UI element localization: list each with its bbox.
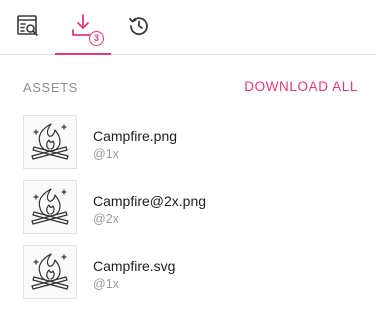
download-count-badge: 3 — [89, 31, 104, 46]
campfire-icon — [31, 253, 69, 290]
active-tab-indicator — [55, 53, 111, 55]
asset-item[interactable]: Campfire.svg @1x — [0, 245, 376, 310]
tab-assets[interactable]: 3 — [55, 0, 111, 55]
campfire-icon — [31, 123, 69, 160]
asset-name: Campfire@2x.png — [93, 193, 207, 209]
inspect-icon — [17, 15, 38, 36]
download-all-button[interactable]: DOWNLOAD ALL — [244, 79, 358, 94]
tab-history[interactable] — [120, 0, 156, 54]
asset-thumbnail — [23, 245, 77, 299]
assets-section-header: ASSETS DOWNLOAD ALL — [0, 78, 376, 98]
tab-bar: 3 — [0, 0, 376, 55]
asset-thumbnail — [23, 180, 77, 234]
asset-list: Campfire.png @1x Campfire@2x.png @2x Cam… — [0, 115, 376, 310]
asset-thumbnail — [23, 115, 77, 169]
asset-item[interactable]: Campfire.png @1x — [0, 115, 376, 180]
asset-item[interactable]: Campfire@2x.png @2x — [0, 180, 376, 245]
tab-inspect[interactable] — [10, 0, 46, 54]
section-title: ASSETS — [23, 80, 78, 95]
campfire-icon — [31, 188, 69, 225]
asset-name: Campfire.png — [93, 128, 178, 144]
asset-scale: @2x — [93, 212, 119, 226]
asset-scale: @1x — [93, 147, 119, 161]
history-icon — [129, 17, 148, 36]
asset-name: Campfire.svg — [93, 258, 176, 274]
asset-scale: @1x — [93, 277, 119, 291]
